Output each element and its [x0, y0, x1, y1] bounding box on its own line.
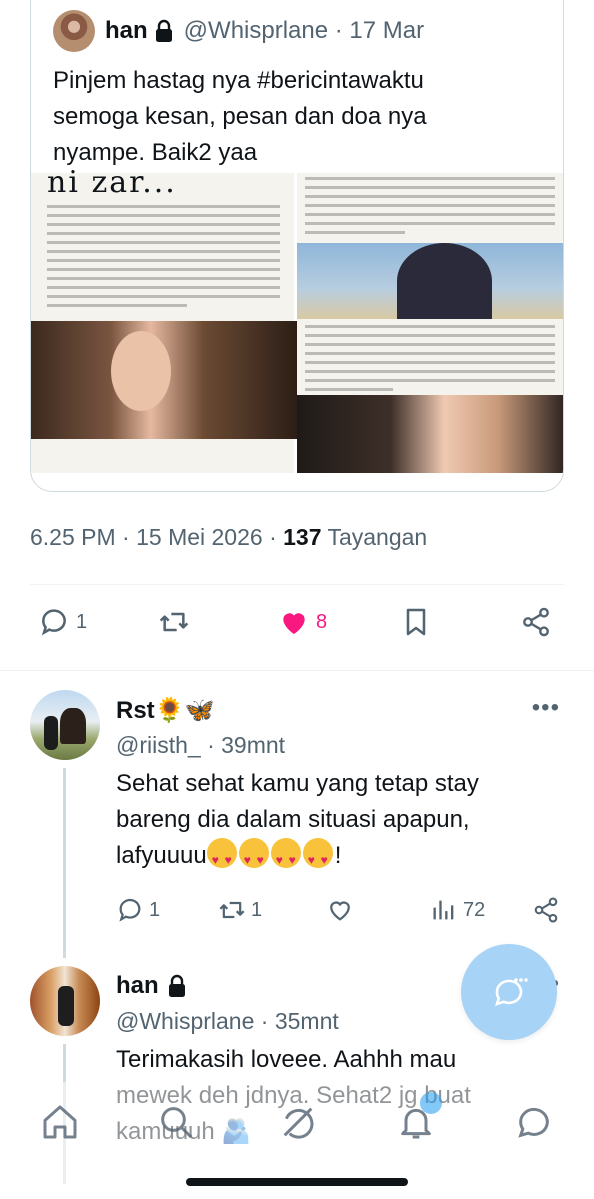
quoted-author-handle-date: @Whisprlane · 17 Mar — [183, 17, 425, 44]
home-indicator[interactable] — [186, 1178, 408, 1186]
notification-badge — [420, 1092, 442, 1114]
reply-icon — [41, 609, 66, 636]
quoted-tweet-text: Pinjem hastag nya #bericintawaktu semoga… — [53, 67, 427, 166]
reply-button[interactable]: 1 — [38, 606, 87, 638]
search-icon[interactable] — [156, 1102, 196, 1142]
retweet-button[interactable] — [158, 606, 196, 638]
reply-bubble-icon — [494, 978, 528, 1007]
divider — [30, 584, 564, 585]
retweet-button[interactable]: 1 — [218, 896, 262, 924]
reply-count: 1 — [149, 898, 161, 921]
reply-author-name-row[interactable]: han — [116, 972, 187, 1000]
reply-author-avatar[interactable] — [30, 690, 100, 760]
quoted-author-avatar[interactable] — [53, 10, 95, 52]
reply-count: 1 — [76, 610, 88, 633]
retweet-count: 1 — [251, 898, 263, 921]
reply-author-name[interactable]: Rst🌻🦋 — [116, 696, 214, 725]
reply-text-end: ! — [334, 842, 342, 869]
reply-author-handle-time: @Whisprlane · 35mnt — [116, 1008, 339, 1034]
media-photo-smiling — [297, 395, 563, 473]
divider — [0, 670, 594, 671]
quoted-tweet-media[interactable]: ni zar... — [31, 165, 563, 473]
like-count: 8 — [316, 610, 328, 633]
thread-line — [63, 768, 66, 958]
like-button[interactable]: 8 — [278, 606, 327, 638]
views-button[interactable]: 72 — [430, 896, 485, 924]
home-icon[interactable] — [40, 1102, 80, 1142]
share-button[interactable] — [520, 606, 552, 638]
share-icon — [523, 607, 549, 637]
heart-eyes-emoji-icon — [238, 838, 269, 878]
quoted-tweet-card[interactable]: han @Whisprlane · 17 Mar Pinjem hastag n… — [30, 0, 564, 492]
heart-eyes-emoji-icon — [206, 838, 237, 878]
reply-author-handle-time: @riisth_ · 39mnt — [116, 732, 286, 758]
quoted-author-name[interactable]: han — [105, 17, 148, 45]
reply-button[interactable]: 1 — [116, 896, 160, 924]
media-image-left[interactable]: ni zar... — [31, 165, 297, 473]
reply-tweet[interactable]: Rst🌻🦋 ••• @riisth_ · 39mnt Sehat sehat k… — [0, 690, 594, 958]
messages-icon[interactable] — [514, 1102, 554, 1142]
media-text-block-top — [305, 177, 555, 240]
reply-icon — [119, 898, 141, 922]
like-button[interactable] — [326, 896, 354, 924]
media-image-right[interactable] — [297, 173, 563, 473]
lock-icon — [155, 19, 172, 42]
grok-icon[interactable] — [278, 1102, 318, 1142]
media-photo-mosque — [297, 243, 563, 319]
reply-action-bar: 1 1 72 — [116, 896, 566, 928]
retweet-icon — [159, 612, 189, 632]
share-button[interactable] — [532, 896, 560, 924]
reply-text: Sehat sehat kamu yang tetap stay bareng … — [116, 766, 556, 878]
reply-author-name[interactable]: han — [116, 972, 159, 1000]
heart-eyes-emoji-icon — [302, 838, 333, 878]
heart-eyes-emoji-icon — [270, 838, 301, 878]
tweet-action-bar: 1 8 — [38, 606, 558, 650]
bookmark-icon — [406, 608, 426, 636]
heart-icon — [330, 901, 350, 921]
tweet-timestamp: 6.25 PM · 15 Mei 2026 · — [30, 524, 284, 550]
media-title-fragment: ni zar... — [47, 165, 177, 200]
bookmark-button[interactable] — [400, 606, 432, 638]
views-icon — [433, 900, 454, 920]
more-options-icon[interactable]: ••• — [532, 694, 560, 722]
views-label: Tayangan — [321, 524, 428, 550]
media-text-block-bottom — [305, 325, 555, 397]
views-count: 72 — [463, 898, 486, 921]
share-icon — [534, 897, 558, 923]
lock-icon — [168, 974, 185, 997]
tweet-timestamp-views: 6.25 PM · 15 Mei 2026 · 137 Tayangan — [30, 524, 427, 551]
heart-filled-icon — [283, 613, 305, 634]
media-text-block — [47, 205, 280, 313]
reply-author-avatar[interactable] — [30, 966, 100, 1036]
views-count: 137 — [283, 524, 322, 550]
retweet-icon — [219, 901, 245, 919]
media-photo-woman — [31, 321, 297, 439]
quoted-tweet-header: han @Whisprlane · 17 Mar — [53, 9, 424, 53]
compose-reply-button[interactable] — [461, 944, 557, 1040]
